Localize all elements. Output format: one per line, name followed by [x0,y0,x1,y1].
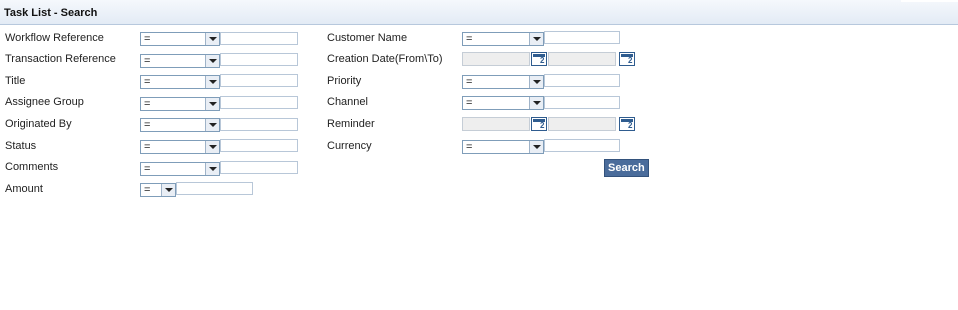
operator-value: = [144,98,151,110]
priority-operator-select[interactable]: = [462,75,544,89]
operator-value: = [144,163,151,175]
assignee-group-operator-select[interactable]: = [140,97,220,111]
originated-by-label: Originated By [5,118,72,130]
assignee-group-input[interactable] [220,96,298,109]
creation-date-to-input[interactable] [548,52,616,66]
chevron-down-icon[interactable] [529,97,543,109]
currency-label: Currency [327,140,372,152]
workflow-reference-operator-select[interactable]: = [140,32,220,46]
amount-operator-select[interactable]: = [140,183,176,197]
priority-label: Priority [327,75,362,87]
comments-operator-select[interactable]: = [140,162,220,176]
chevron-down-icon[interactable] [529,141,543,153]
amount-label: Amount [5,183,43,195]
creation-date-from-input[interactable] [462,52,530,66]
creation-date-label: Creation Date(From\To) [327,53,443,65]
channel-label: Channel [327,96,368,108]
reminder-from-input[interactable] [462,117,530,131]
transaction-reference-label: Transaction Reference [5,53,116,65]
chevron-down-icon[interactable] [205,55,219,67]
title-operator-select[interactable]: = [140,75,220,89]
chevron-down-icon[interactable] [205,76,219,88]
operator-value: = [466,33,473,45]
operator-value: = [144,119,151,131]
calendar-icon[interactable] [531,117,547,131]
priority-input[interactable] [544,74,620,87]
chevron-down-icon[interactable] [205,141,219,153]
operator-value: = [466,76,473,88]
customer-name-input[interactable] [544,31,620,44]
reminder-to-input[interactable] [548,117,616,131]
operator-value: = [144,184,151,196]
title-label: Title [5,75,26,87]
currency-operator-select[interactable]: = [462,140,544,154]
channel-input[interactable] [544,96,620,109]
chevron-down-icon[interactable] [205,33,219,45]
status-operator-select[interactable]: = [140,140,220,154]
originated-by-input[interactable] [220,118,298,131]
assignee-group-label: Assignee Group [5,96,84,108]
amount-input[interactable] [176,182,253,195]
workflow-reference-input[interactable] [220,32,298,45]
chevron-down-icon[interactable] [161,184,175,196]
operator-value: = [144,33,151,45]
chevron-down-icon[interactable] [205,98,219,110]
comments-label: Comments [5,161,59,173]
operator-value: = [144,76,151,88]
header-tab-gap [901,0,958,2]
customer-name-operator-select[interactable]: = [462,32,544,46]
calendar-icon[interactable] [531,52,547,66]
calendar-icon[interactable] [619,117,635,131]
calendar-icon[interactable] [619,52,635,66]
status-input[interactable] [220,139,298,152]
search-button[interactable]: Search [604,159,649,177]
chevron-down-icon[interactable] [529,33,543,45]
transaction-reference-operator-select[interactable]: = [140,54,220,68]
page-title: Task List - Search [4,7,98,19]
comments-input[interactable] [220,161,298,174]
operator-value: = [144,55,151,67]
workflow-reference-label: Workflow Reference [5,32,104,44]
chevron-down-icon[interactable] [205,119,219,131]
chevron-down-icon[interactable] [529,76,543,88]
chevron-down-icon[interactable] [205,163,219,175]
operator-value: = [466,141,473,153]
customer-name-label: Customer Name [327,32,408,44]
operator-value: = [466,97,473,109]
channel-operator-select[interactable]: = [462,96,544,110]
transaction-reference-input[interactable] [220,53,298,66]
originated-by-operator-select[interactable]: = [140,118,220,132]
status-label: Status [5,140,37,152]
currency-input[interactable] [544,139,620,152]
reminder-label: Reminder [327,118,375,130]
operator-value: = [144,141,151,153]
title-input[interactable] [220,74,298,87]
page-header: Task List - Search [0,0,958,25]
